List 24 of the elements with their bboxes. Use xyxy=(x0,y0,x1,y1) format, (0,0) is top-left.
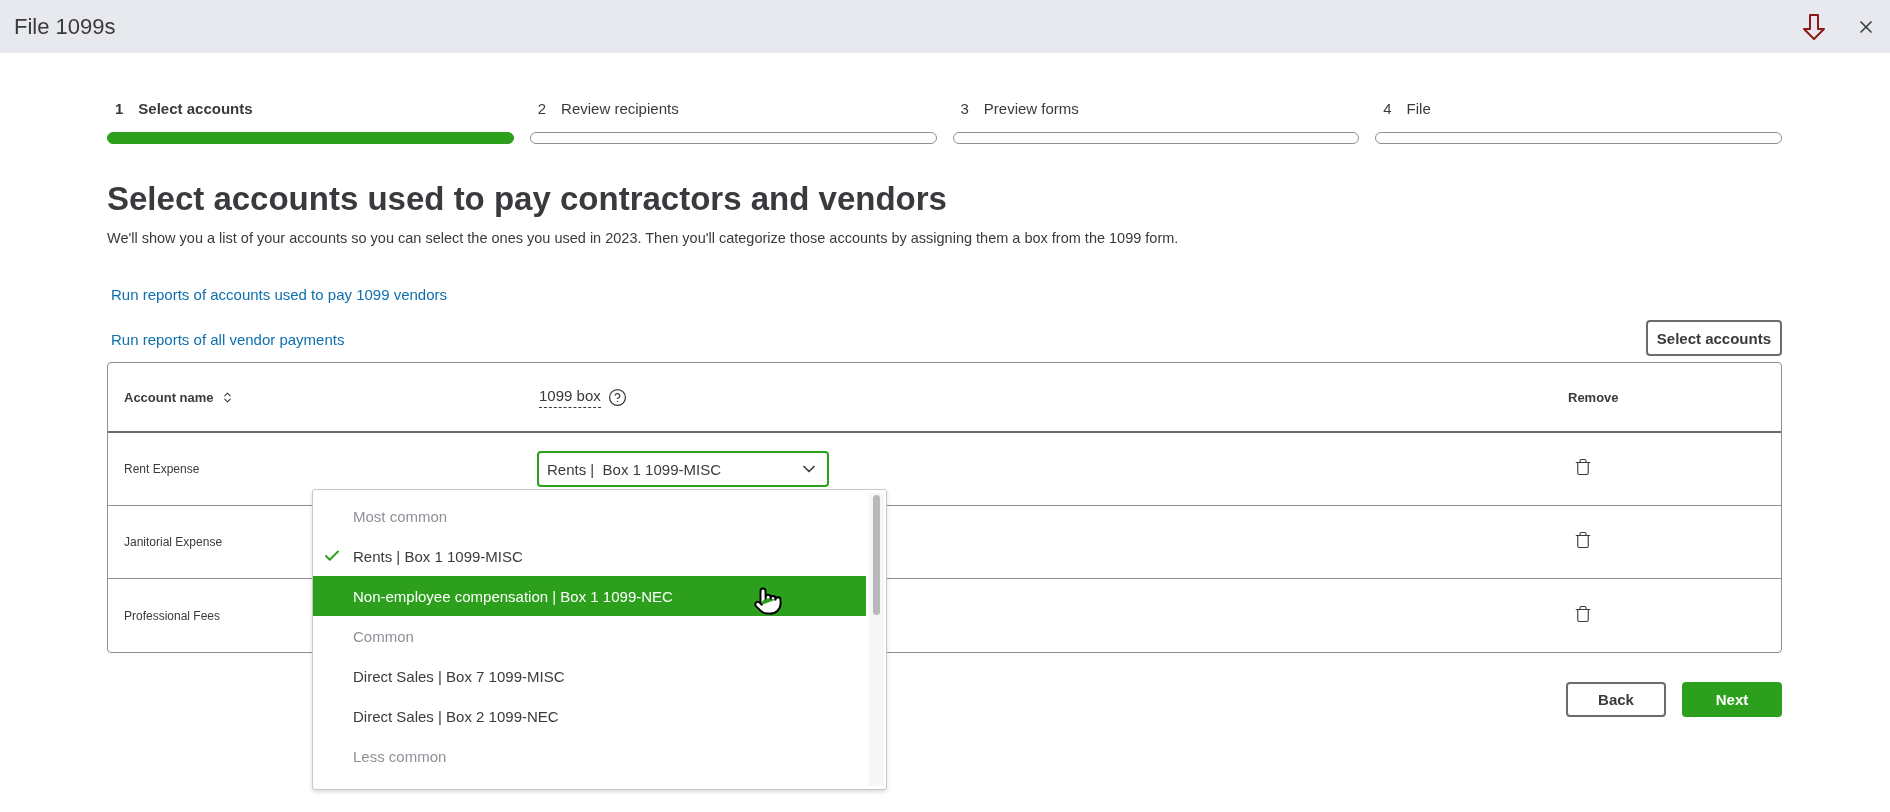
column-header: Remove xyxy=(1568,389,1619,405)
box-select-field[interactable]: Rents | Box 1 1099-MISC xyxy=(537,451,829,487)
step-label: 2 Review recipients xyxy=(536,100,680,118)
menu-option[interactable]: Direct Sales | Box 7 1099-MISC xyxy=(313,656,866,696)
column-header[interactable]: Account name xyxy=(124,389,214,405)
step-label: 3 Preview forms xyxy=(959,100,1080,118)
report-link[interactable]: Run reports of all vendor payments xyxy=(111,331,345,348)
column-header: 1099 box xyxy=(539,386,601,408)
account-name-cell: Professional Fees xyxy=(124,608,221,623)
menu-option[interactable]: Rents | Box 1 1099-MISC xyxy=(313,536,866,576)
step-label: 1 Select accounts xyxy=(114,100,254,118)
report-link[interactable]: Run reports of accounts used to pay 1099 vendors xyxy=(111,286,448,303)
back-button[interactable]: Back xyxy=(1566,682,1666,717)
description-text: We'll show you a list of your accounts so you can select the ones you used in 2023. Then you'll categorize those accounts by assigning them a box from the 1099 form. xyxy=(107,230,1180,246)
page-heading: Select accounts used to pay contractors and vendors xyxy=(107,180,948,218)
window-title: File 1099s xyxy=(14,13,117,40)
menu-group-label: Less common xyxy=(352,746,448,767)
menu-group-label: Common xyxy=(352,626,415,647)
menu-option[interactable]: Direct Sales | Box 2 1099-NEC xyxy=(313,696,866,736)
step-label: 4 File xyxy=(1382,100,1432,118)
account-name-cell: Rent Expense xyxy=(124,462,200,476)
account-name-cell: Janitorial Expense xyxy=(124,535,223,549)
select-accounts-button[interactable]: Select accounts xyxy=(1645,320,1782,356)
menu-group-label: Most common xyxy=(352,506,449,527)
